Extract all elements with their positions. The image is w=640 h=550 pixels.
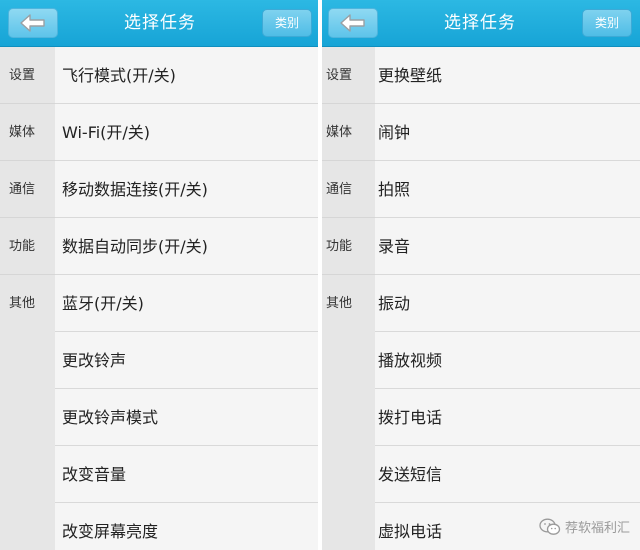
list-item[interactable]: 闹钟 <box>375 104 640 161</box>
left-panel: 选择任务 类别 设置 媒体 通信 功能 其他 飞行模式(开/关) Wi-Fi(开… <box>0 0 320 550</box>
right-sidebar-item-media[interactable]: 媒体 <box>320 104 375 161</box>
right-back-button[interactable] <box>328 8 378 38</box>
panel-gap <box>318 0 322 550</box>
left-sidebar-item-communication[interactable]: 通信 <box>0 161 55 218</box>
left-sidebar: 设置 媒体 通信 功能 其他 <box>0 47 55 550</box>
back-arrow-icon <box>20 14 45 32</box>
list-item[interactable]: 录音 <box>375 218 640 275</box>
list-item[interactable]: 播放视频 <box>375 332 640 389</box>
right-task-list: 更换壁纸 闹钟 拍照 录音 振动 播放视频 拨打电话 发送短信 虚拟电话 <box>375 47 640 550</box>
left-sidebar-item-other[interactable]: 其他 <box>0 275 55 332</box>
right-sidebar-item-settings[interactable]: 设置 <box>320 47 375 104</box>
screenshot-root: 选择任务 类别 设置 媒体 通信 功能 其他 飞行模式(开/关) Wi-Fi(开… <box>0 0 640 550</box>
left-sidebar-item-function[interactable]: 功能 <box>0 218 55 275</box>
right-sidebar-item-communication[interactable]: 通信 <box>320 161 375 218</box>
left-header: 选择任务 类别 <box>0 0 320 47</box>
back-arrow-icon <box>340 14 365 32</box>
right-sidebar-item-function[interactable]: 功能 <box>320 218 375 275</box>
left-task-list: 飞行模式(开/关) Wi-Fi(开/关) 移动数据连接(开/关) 数据自动同步(… <box>55 47 320 550</box>
list-item[interactable]: 蓝牙(开/关) <box>55 275 320 332</box>
right-sidebar: 设置 媒体 通信 功能 其他 <box>320 47 375 550</box>
right-category-button[interactable]: 类别 <box>582 9 632 37</box>
list-item[interactable]: 移动数据连接(开/关) <box>55 161 320 218</box>
list-item[interactable]: 数据自动同步(开/关) <box>55 218 320 275</box>
right-sidebar-item-other[interactable]: 其他 <box>320 275 375 332</box>
watermark-text: 荐软福利汇 <box>564 521 630 536</box>
right-page-title: 选择任务 <box>444 13 516 33</box>
right-panel: 选择任务 类别 设置 媒体 通信 功能 其他 更换壁纸 闹钟 拍照 录音 振动 … <box>320 0 640 550</box>
list-item[interactable]: 改变音量 <box>55 446 320 503</box>
right-header: 选择任务 类别 <box>320 0 640 47</box>
list-item[interactable]: 拍照 <box>375 161 640 218</box>
list-item[interactable]: 更改铃声 <box>55 332 320 389</box>
list-item[interactable]: 发送短信 <box>375 446 640 503</box>
list-item[interactable]: 拨打电话 <box>375 389 640 446</box>
list-item[interactable]: 更改铃声模式 <box>55 389 320 446</box>
watermark: 荐软福利汇 <box>539 517 630 536</box>
list-item[interactable]: 飞行模式(开/关) <box>55 47 320 104</box>
left-sidebar-item-settings[interactable]: 设置 <box>0 47 55 104</box>
list-item[interactable]: Wi-Fi(开/关) <box>55 104 320 161</box>
left-back-button[interactable] <box>8 8 58 38</box>
list-item[interactable]: 更换壁纸 <box>375 47 640 104</box>
list-item[interactable]: 振动 <box>375 275 640 332</box>
left-category-button[interactable]: 类别 <box>262 9 312 37</box>
left-page-title: 选择任务 <box>124 13 196 33</box>
list-item[interactable]: 改变屏幕亮度 <box>55 503 320 550</box>
wechat-icon <box>539 518 561 535</box>
left-sidebar-item-media[interactable]: 媒体 <box>0 104 55 161</box>
